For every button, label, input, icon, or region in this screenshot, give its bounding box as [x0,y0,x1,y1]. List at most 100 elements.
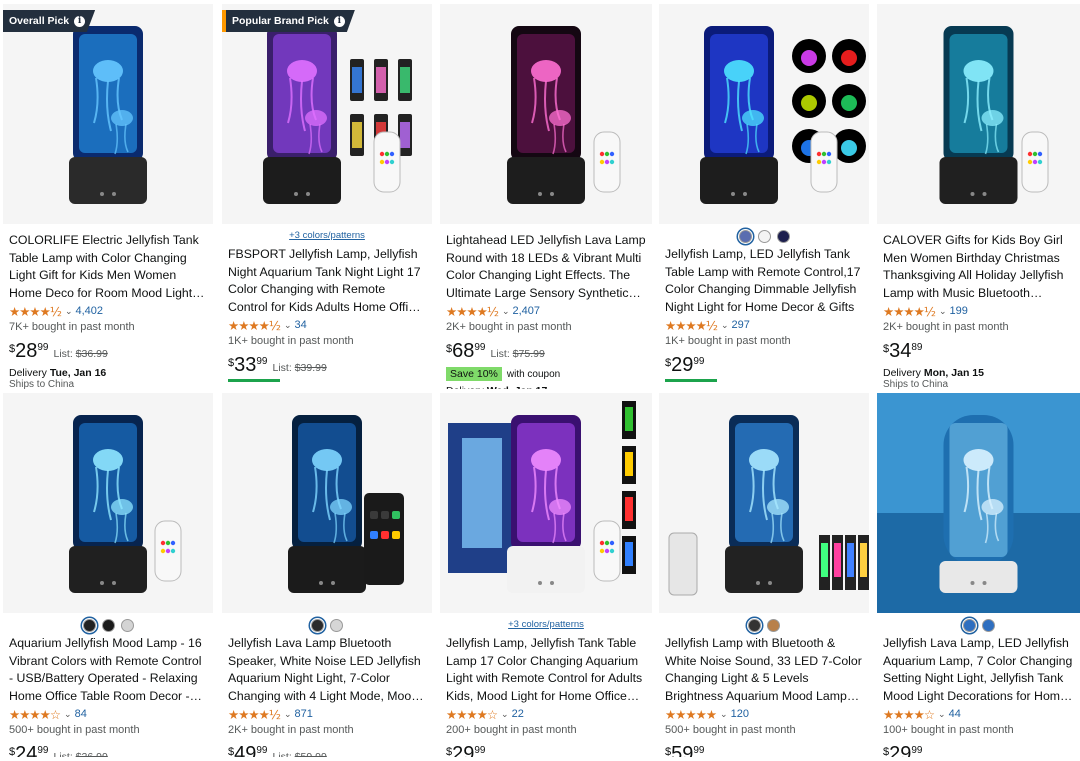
chevron-down-icon[interactable]: ⌄ [938,709,946,720]
product-card[interactable]: Jellyfish Lamp, LED Jellyfish Tank Table… [659,4,869,389]
star-rating-icon[interactable]: ★★★★½ [228,318,281,333]
product-title[interactable]: Jellyfish Lava Lamp, LED Jellyfish Aquar… [883,635,1074,705]
color-swatch[interactable] [962,618,976,632]
product-image[interactable] [440,393,652,613]
product-card[interactable]: Jellyfish Lava Lamp, LED Jellyfish Aquar… [877,393,1080,757]
product-card[interactable]: Jellyfish Lava Lamp Bluetooth Speaker, W… [222,393,432,757]
delivery-date: Tue, Jan 16 [49,367,107,379]
product-image[interactable] [877,393,1080,613]
price-whole: 29 [452,743,475,757]
product-card[interactable]: Lightahead LED Jellyfish Lava Lamp Round… [440,4,652,389]
color-swatch[interactable] [757,229,771,243]
product-title[interactable]: COLORLIFE Electric Jellyfish Tank Table … [9,232,207,302]
chevron-down-icon[interactable]: ⌄ [284,709,292,720]
product-card[interactable]: Jellyfish Lamp with Bluetooth & White No… [659,393,869,757]
product-image[interactable] [659,393,869,613]
product-image[interactable] [222,393,432,613]
chevron-down-icon[interactable]: ⌄ [502,306,510,317]
product-title[interactable]: FBSPORT Jellyfish Lamp, Jellyfish Night … [228,246,426,316]
product-image[interactable] [3,4,213,224]
more-colors-link[interactable]: +3 colors/patterns [446,618,646,632]
list-price: List: $75.99 [491,348,545,360]
color-swatch[interactable] [101,618,115,632]
star-rating-icon[interactable]: ★★★★☆ [446,707,498,722]
info-icon[interactable]: i [333,15,345,27]
coupon-row[interactable]: Save 10% with coupon [446,366,646,382]
bought-count: 2K+ bought in past month [228,724,354,736]
color-swatch[interactable] [981,618,995,632]
review-count[interactable]: 199 [950,305,968,317]
chevron-down-icon[interactable]: ⌄ [721,320,729,331]
product-title[interactable]: Jellyfish Lamp, LED Jellyfish Tank Table… [665,246,863,316]
chevron-down-icon[interactable]: ⌄ [939,306,947,317]
review-count[interactable]: 120 [731,708,749,720]
color-swatches [228,618,426,632]
price-fraction: 99 [693,356,705,367]
color-swatch[interactable] [82,618,96,632]
product-image[interactable] [222,4,432,224]
review-count[interactable]: 34 [295,319,307,331]
price[interactable]: $68 99 List: $75.99 [446,340,646,364]
color-swatches [883,618,1074,632]
info-icon[interactable]: i [74,15,86,27]
price[interactable]: $29 99 [446,743,646,757]
chevron-down-icon[interactable]: ⌄ [284,320,292,331]
star-rating-icon[interactable]: ★★★★☆ [9,707,61,722]
product-title[interactable]: Jellyfish Lava Lamp Bluetooth Speaker, W… [228,635,426,705]
color-swatch[interactable] [767,618,780,632]
color-swatch[interactable] [776,229,790,243]
price[interactable]: $34 89 [883,340,1074,364]
price[interactable]: $49 99 List: $59.99 [228,743,426,757]
price[interactable]: $24 99 List: $26.99 [9,743,207,757]
product-title[interactable]: Aquarium Jellyfish Mood Lamp - 16 Vibran… [9,635,207,705]
price[interactable]: $33 99 List: $39.99 [228,354,426,378]
product-title[interactable]: Jellyfish Lamp, Jellyfish Tank Table Lam… [446,635,646,705]
color-swatch[interactable] [120,618,134,632]
star-rating-icon[interactable]: ★★★★☆ [883,707,935,722]
star-rating-icon[interactable]: ★★★★½ [228,707,281,722]
price[interactable]: $29 99 [665,354,863,378]
list-label: List: [272,751,292,757]
delivery-label: Delivery [9,367,47,379]
color-swatch[interactable] [330,618,343,632]
product-image[interactable] [877,4,1080,224]
product-card[interactable]: Aquarium Jellyfish Mood Lamp - 16 Vibran… [3,393,213,757]
product-badge[interactable]: Overall Pick i [3,10,96,32]
star-rating-icon[interactable]: ★★★★½ [883,304,936,319]
product-card[interactable]: Overall Pick i COLORLIFE Electric Jellyfis… [3,4,213,389]
star-rating-icon[interactable]: ★★★★½ [446,304,499,319]
star-rating-icon[interactable]: ★★★★½ [9,304,62,319]
product-title[interactable]: CALOVER Gifts for Kids Boy Girl Men Wome… [883,232,1074,302]
chevron-down-icon[interactable]: ⌄ [720,709,728,720]
product-image[interactable] [440,4,652,224]
star-rating-icon[interactable]: ★★★★½ [665,318,718,333]
review-count[interactable]: 22 [512,708,524,720]
review-count[interactable]: 871 [295,708,313,720]
product-badge[interactable]: Popular Brand Pick i [222,10,355,32]
price[interactable]: $59 99 [665,743,863,757]
product-title[interactable]: Lightahead LED Jellyfish Lava Lamp Round… [446,232,646,302]
chevron-down-icon[interactable]: ⌄ [64,709,72,720]
color-swatch[interactable] [748,618,761,632]
more-colors-link[interactable]: +3 colors/patterns [228,229,426,243]
price[interactable]: $28 99 List: $36.99 [9,340,207,364]
review-count[interactable]: 2,407 [513,305,541,317]
color-swatch[interactable] [738,229,752,243]
product-image[interactable] [3,393,213,613]
product-card[interactable]: +3 colors/patterns Jellyfish Lamp, Jellyf… [440,393,652,757]
review-count[interactable]: 44 [949,708,961,720]
badge-label: Popular Brand Pick [232,15,329,27]
product-card[interactable]: CALOVER Gifts for Kids Boy Girl Men Wome… [877,4,1080,389]
product-image[interactable] [659,4,869,224]
star-rating-icon[interactable]: ★★★★★ [665,707,717,722]
chevron-down-icon[interactable]: ⌄ [501,709,509,720]
chevron-down-icon[interactable]: ⌄ [65,306,73,317]
review-count[interactable]: 297 [732,319,750,331]
product-title[interactable]: Jellyfish Lamp with Bluetooth & White No… [665,635,863,705]
review-count[interactable]: 84 [75,708,87,720]
product-card[interactable]: Popular Brand Pick i +3 colors/patterns FBS… [222,4,432,389]
price[interactable]: $29 99 [883,743,1074,757]
review-count[interactable]: 4,402 [76,305,104,317]
price-fraction: 99 [911,745,923,756]
color-swatch[interactable] [311,618,324,632]
